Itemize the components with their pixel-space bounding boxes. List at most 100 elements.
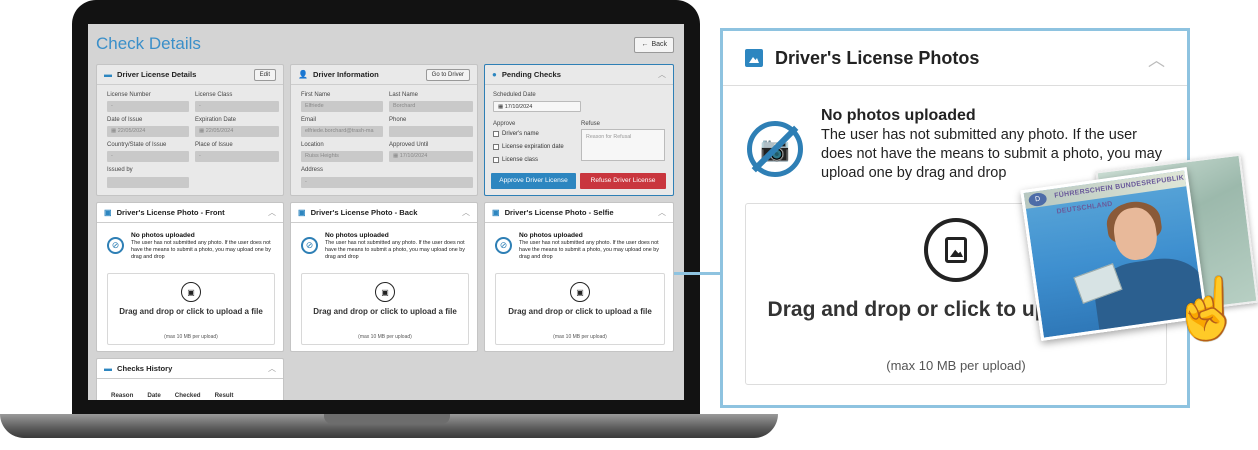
issued-by-field	[107, 177, 189, 188]
scheduled-date-label: Scheduled Date	[493, 92, 536, 98]
id-card-icon: ▬	[104, 70, 112, 79]
chevron-up-icon[interactable]: ︿	[658, 69, 666, 80]
chevron-up-icon[interactable]: ︿	[1148, 46, 1165, 71]
refuse-license-button[interactable]: Refuse Driver License	[580, 173, 666, 189]
column-header: Checked	[174, 392, 201, 399]
no-photo-text: The user has not submitted any photo. If…	[519, 240, 659, 260]
no-photo-icon: ⊘	[495, 237, 512, 254]
place-of-issue-field: -	[195, 151, 279, 162]
user-icon: 👤	[298, 70, 308, 79]
check-license-expiration[interactable]: License expiration date	[493, 144, 564, 150]
field-label: Last Name	[389, 92, 419, 98]
no-photo-icon: 📷	[747, 121, 803, 177]
first-name-field: Elfriede	[301, 101, 383, 112]
photo-card-title: Driver's License Photo - Front	[116, 208, 225, 217]
photo-back-card: ▣ Driver's License Photo - Back ︿ ⊘ No p…	[290, 202, 478, 352]
check-license-class[interactable]: License class	[493, 157, 538, 163]
field-label: License Number	[107, 92, 151, 98]
go-to-driver-button[interactable]: Go to Driver	[425, 68, 470, 81]
field-label: Location	[301, 142, 324, 148]
field-label: Approved Until	[389, 142, 429, 148]
upload-dropzone[interactable]: ▣ Drag and drop or click to upload a fil…	[301, 273, 469, 345]
field-label: Expiration Date	[195, 117, 237, 123]
license-details-title: Driver License Details	[117, 70, 197, 79]
no-photo-title: No photos uploaded	[519, 232, 583, 239]
dropzone-text: Drag and drop or click to upload a file	[119, 307, 263, 316]
column-header: Reason	[111, 392, 134, 399]
zoom-header: Driver's License Photos ︿	[723, 31, 1187, 86]
zoom-title: Driver's License Photos	[775, 47, 980, 68]
checks-history-card: ▬ Checks History ︿ Reason Date Checked R…	[96, 358, 284, 400]
upload-image-icon: ▣	[181, 282, 201, 302]
checks-history-title: Checks History	[117, 364, 173, 373]
upload-image-icon: ▣	[375, 282, 395, 302]
field-label: Address	[301, 167, 324, 173]
camera-icon: 📷	[760, 135, 790, 163]
laptop-notch	[324, 414, 450, 424]
last-name-field: Borchard	[389, 101, 473, 112]
column-header: Result	[214, 392, 234, 399]
dropzone-text: Drag and drop or click to upload a file	[508, 307, 652, 316]
field-label: First Name	[301, 92, 331, 98]
location-field: Ruiss Heights	[301, 151, 383, 162]
refuse-label: Refuse	[581, 121, 601, 127]
photo-card-title: Driver's License Photo - Selfie	[504, 208, 614, 217]
upload-image-icon	[924, 218, 988, 282]
phone-field	[389, 126, 473, 137]
field-label: Email	[301, 117, 317, 123]
field-label: Date of Issue	[107, 117, 143, 123]
arrow-left-icon: ←	[641, 41, 649, 48]
chevron-up-icon[interactable]: ︿	[268, 363, 276, 374]
chevron-up-icon[interactable]: ︿	[268, 207, 276, 218]
image-icon	[745, 49, 763, 67]
edit-button[interactable]: Edit	[253, 68, 276, 81]
dropzone-hint: (max 10 MB per upload)	[358, 334, 412, 340]
date-of-issue-field: ▦ 22/05/2024	[107, 126, 189, 137]
license-number-field: -	[107, 101, 189, 112]
address-field: -	[301, 177, 473, 188]
approve-license-button[interactable]: Approve Driver License	[491, 173, 576, 189]
back-label: Back	[651, 41, 667, 48]
expiration-date-field: ▦ 22/05/2024	[195, 126, 279, 137]
back-button[interactable]: ← Back	[634, 37, 674, 53]
field-label: Country/State of Issue	[107, 142, 167, 148]
stage: Check Details ← Back ▬ Driver License De…	[0, 0, 1258, 450]
checkbox[interactable]	[493, 144, 499, 150]
approved-until-field: ▦ 17/10/2024	[389, 151, 473, 162]
pending-checks-card: ● Pending Checks ︿ Scheduled Date ▦ 17/1…	[484, 64, 674, 196]
field-label: Phone	[389, 117, 407, 123]
license-details-card: ▬ Driver License Details Edit License Nu…	[96, 64, 284, 196]
id-card-icon: ▬	[104, 364, 112, 373]
chevron-up-icon[interactable]: ︿	[462, 207, 470, 218]
scheduled-date-input[interactable]: ▦ 17/10/2024	[493, 101, 581, 112]
driver-info-title: Driver Information	[312, 70, 379, 79]
checkbox[interactable]	[493, 157, 499, 163]
image-icon: ▣	[298, 208, 306, 217]
photo-front-card: ▣ Driver's License Photo - Front ︿ ⊘ No …	[96, 202, 284, 352]
no-photo-title: No photos uploaded	[821, 107, 976, 124]
upload-dropzone[interactable]: ▣ Drag and drop or click to upload a fil…	[495, 273, 665, 345]
no-photo-title: No photos uploaded	[325, 232, 389, 239]
hand-cursor-icon: ☝	[1169, 274, 1246, 343]
laptop-screen: Check Details ← Back ▬ Driver License De…	[88, 24, 684, 400]
no-photo-text: The user has not submitted any photo. If…	[325, 240, 465, 260]
refuse-reason-textarea[interactable]: Reason for Refusal	[581, 129, 665, 161]
checkbox[interactable]	[493, 131, 499, 137]
country-field: -	[107, 151, 189, 162]
no-photo-icon: ⊘	[301, 237, 318, 254]
photo-card-title: Driver's License Photo - Back	[310, 208, 418, 217]
check-drivers-name[interactable]: Driver's name	[493, 131, 539, 137]
upload-dropzone[interactable]: ▣ Drag and drop or click to upload a fil…	[107, 273, 275, 345]
clock-icon: ●	[492, 70, 497, 79]
field-label: Place of Issue	[195, 142, 233, 148]
field-label: License Class	[195, 92, 233, 98]
approve-label: Approve	[493, 121, 516, 127]
license-class-field: -	[195, 101, 279, 112]
upload-image-icon: ▣	[570, 282, 590, 302]
dropzone-text: Drag and drop or click to upload a file	[313, 307, 457, 316]
image-icon: ▣	[492, 208, 500, 217]
field-label: Issued by	[107, 167, 133, 173]
chevron-up-icon[interactable]: ︿	[658, 207, 666, 218]
email-field: elfriede.borchard@trash-ma	[301, 126, 383, 137]
pending-checks-title: Pending Checks	[501, 70, 561, 79]
